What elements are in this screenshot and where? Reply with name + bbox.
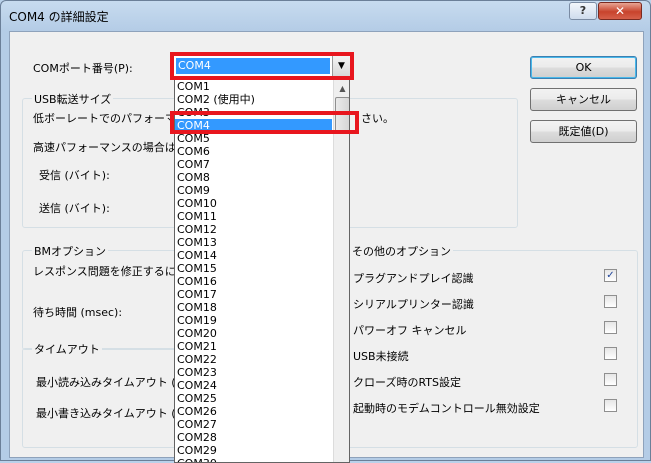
cancel-button[interactable]: キャンセル xyxy=(530,88,637,111)
disable-modem-control-checkbox[interactable] xyxy=(604,399,617,412)
com-port-option[interactable]: COM15 xyxy=(175,262,332,275)
min-write-timeout-label: 最小書き込みタイムアウト (m xyxy=(36,407,187,420)
usb-description: 低ボーレートでのパフォーマン xyxy=(33,112,187,125)
com-port-option[interactable]: COM27 xyxy=(175,418,332,431)
com-port-option[interactable]: COM13 xyxy=(175,236,332,249)
option-label: パワーオフ キャンセル xyxy=(353,324,467,337)
title-bar[interactable]: COM4 の詳細設定 ? ✕ xyxy=(1,1,650,31)
com-port-option[interactable]: COM30 xyxy=(175,457,332,462)
com-port-option[interactable]: COM12 xyxy=(175,223,332,236)
com-port-option[interactable]: COM7 xyxy=(175,158,332,171)
com-port-option[interactable]: COM19 xyxy=(175,314,332,327)
com-port-option[interactable]: COM16 xyxy=(175,275,332,288)
usb-group-title: USB転送サイズ xyxy=(32,91,114,107)
dialog-window: COM4 の詳細設定 ? ✕ COMポート番号(P): COM4 ▼ OK キャ… xyxy=(0,0,651,463)
com-port-option[interactable]: COM11 xyxy=(175,210,332,223)
pnp-checkbox[interactable]: ✓ xyxy=(604,269,617,282)
ok-button[interactable]: OK xyxy=(530,56,637,79)
option-label: クローズ時のRTS設定 xyxy=(353,376,461,389)
serial-printer-checkbox[interactable] xyxy=(604,295,617,308)
com-port-option[interactable]: COM21 xyxy=(175,340,332,353)
com-port-option[interactable]: COM10 xyxy=(175,197,332,210)
high-performance-text: 高速パフォーマンスの場合は、 xyxy=(33,141,187,154)
window-title: COM4 の詳細設定 xyxy=(9,10,109,24)
usb-description-end: さい。 xyxy=(361,112,394,125)
com-port-option[interactable]: COM28 xyxy=(175,431,332,444)
com-port-option[interactable]: COM17 xyxy=(175,288,332,301)
wait-time-label: 待ち時間 (msec): xyxy=(33,306,123,319)
usb-disconnect-checkbox[interactable] xyxy=(604,347,617,360)
defaults-button[interactable]: 既定値(D) xyxy=(530,120,637,143)
com-port-option[interactable]: COM14 xyxy=(175,249,332,262)
dialog-client-area: COMポート番号(P): COM4 ▼ OK キャンセル 既定値(D) USB転… xyxy=(9,31,644,463)
com-port-option[interactable]: COM20 xyxy=(175,327,332,340)
receive-label: 受信 (バイト): xyxy=(39,169,110,182)
com-port-option[interactable]: COM2 (使用中) xyxy=(175,93,332,106)
com-port-option[interactable]: COM23 xyxy=(175,366,332,379)
option-label: 起動時のモデムコントロール無効設定 xyxy=(353,402,540,415)
scroll-up-icon[interactable]: ▲ xyxy=(335,81,349,96)
option-label: プラグアンドプレイ認識 xyxy=(353,272,474,285)
com-port-option[interactable]: COM8 xyxy=(175,171,332,184)
com-port-options: COM1 COM2 (使用中) COM3 COM4 COM5 COM6 COM7 COM8 CO… xyxy=(175,80,332,462)
com-port-option[interactable]: COM18 xyxy=(175,301,332,314)
com-port-option[interactable]: COM9 xyxy=(175,184,332,197)
close-button[interactable]: ✕ xyxy=(598,2,642,20)
check-mark-icon: ✓ xyxy=(606,270,615,281)
bm-group-title: BMオプション xyxy=(32,243,109,259)
power-off-cancel-checkbox[interactable] xyxy=(604,321,617,334)
other-options-title: その他のオプション xyxy=(350,243,453,259)
com-port-label: COMポート番号(P): xyxy=(33,62,133,75)
rts-on-close-checkbox[interactable] xyxy=(604,373,617,386)
com-port-option[interactable]: COM24 xyxy=(175,379,332,392)
com-port-option[interactable]: COM25 xyxy=(175,392,332,405)
com-port-dropdown-list[interactable]: COM1 COM2 (使用中) COM3 COM4 COM5 COM6 COM7 COM8 CO… xyxy=(174,79,350,463)
help-button[interactable]: ? xyxy=(569,2,597,20)
combo-highlight-box xyxy=(170,52,354,80)
option-label: USB未接続 xyxy=(353,350,409,363)
com-port-option[interactable]: COM29 xyxy=(175,444,332,457)
dropdown-scrollbar[interactable]: ▲ xyxy=(333,80,349,462)
com-port-option[interactable]: COM22 xyxy=(175,353,332,366)
com-port-option[interactable]: COM1 xyxy=(175,80,332,93)
option-label: シリアルプリンター認識 xyxy=(353,298,474,311)
min-read-timeout-label: 最小読み込みタイムアウト (m xyxy=(36,376,187,389)
transmit-label: 送信 (バイト): xyxy=(39,202,110,215)
response-fix-text: レスポンス問題を修正するには xyxy=(33,265,187,278)
timeout-group-title: タイムアウト xyxy=(32,341,102,357)
com-port-option[interactable]: COM26 xyxy=(175,405,332,418)
com-port-option[interactable]: COM6 xyxy=(175,145,332,158)
option-highlight-box xyxy=(170,111,359,134)
